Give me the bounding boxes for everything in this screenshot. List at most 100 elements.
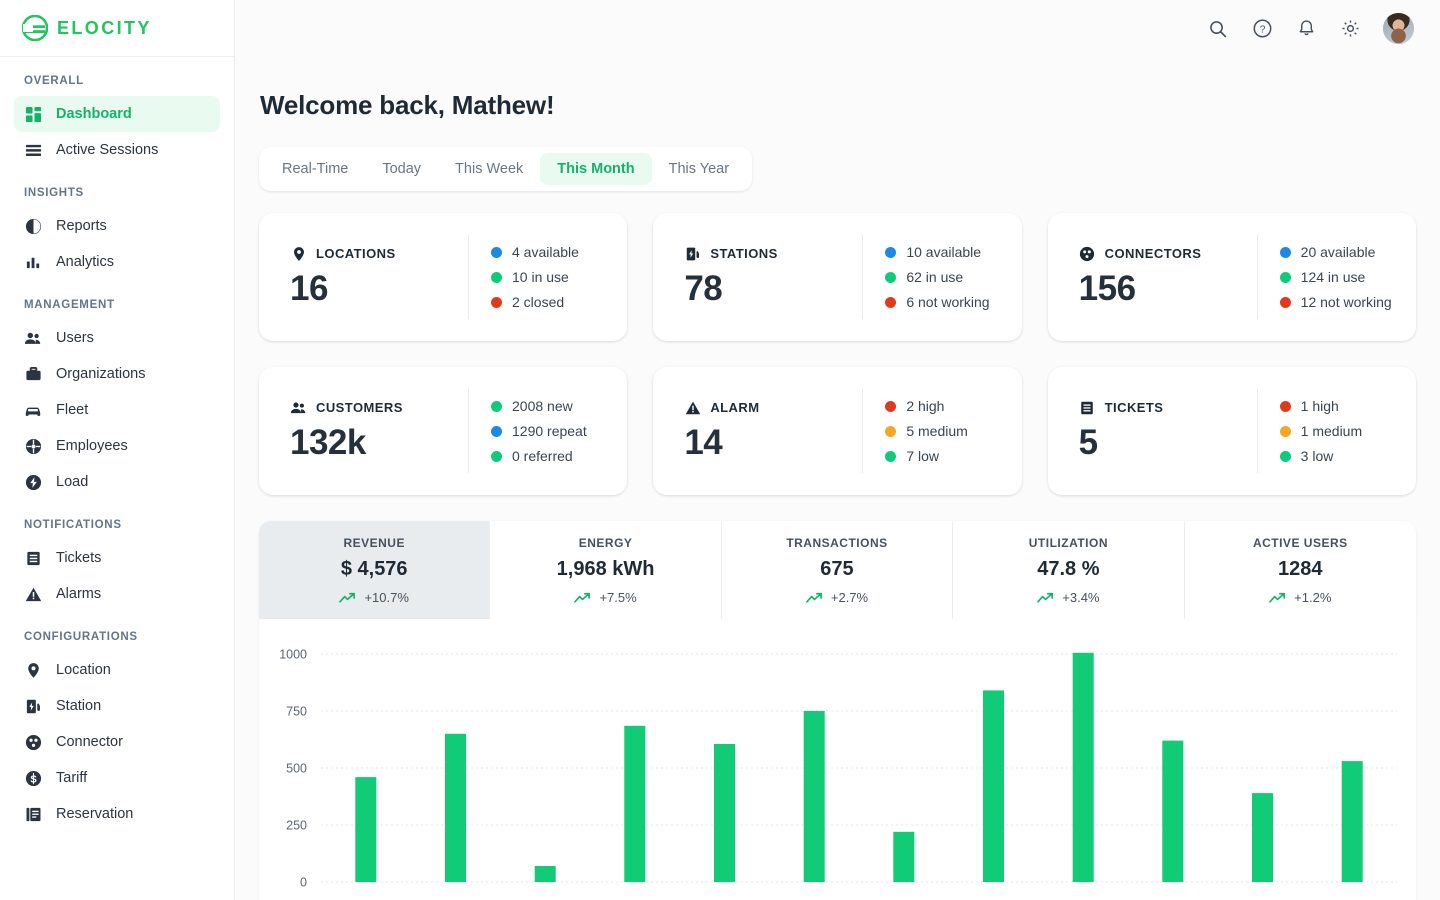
- sidebar-item-reservation[interactable]: Reservation: [14, 796, 220, 832]
- sidebar-item-users[interactable]: Users: [14, 320, 220, 356]
- sidebar-item-station[interactable]: Station: [14, 688, 220, 724]
- stat-card-main: LOCATIONS 16: [263, 245, 468, 309]
- stat-card-main: TICKETS 5: [1052, 399, 1257, 463]
- chart-bar[interactable]: [893, 831, 915, 882]
- legend-item: 1 high: [1279, 398, 1362, 414]
- sidebar-item-label: Reservation: [56, 806, 134, 822]
- tab-this-month[interactable]: This Month: [540, 153, 652, 185]
- connector-plug-icon: [24, 733, 42, 751]
- kpi-tab-active-users[interactable]: ACTIVE USERS 1284 +1.2%: [1184, 521, 1416, 619]
- chart-bar[interactable]: [355, 777, 377, 882]
- chart-bar[interactable]: [803, 711, 825, 882]
- chart-bar[interactable]: [1341, 761, 1363, 882]
- stat-label: CUSTOMERS: [316, 400, 403, 415]
- sidebar-item-analytics[interactable]: Analytics: [14, 244, 220, 280]
- chart-bar[interactable]: [1252, 793, 1273, 882]
- legend-label: 3 low: [1300, 448, 1334, 464]
- tab-this-week[interactable]: This Week: [438, 153, 540, 185]
- sidebar-item-dashboard[interactable]: Dashboard: [14, 96, 220, 132]
- sidebar-item-employees[interactable]: Employees: [14, 428, 220, 464]
- status-dot: [1279, 450, 1291, 462]
- sidebar-item-label: Station: [56, 698, 102, 714]
- trend-up-icon: [574, 592, 591, 603]
- kpi-tab-utilization[interactable]: UTILIZATION 47.8 % +3.4%: [953, 521, 1185, 619]
- sidebar-item-fleet[interactable]: Fleet: [14, 392, 220, 428]
- kpi-delta: +3.4%: [961, 590, 1175, 605]
- y-axis-tick-label: 750: [286, 704, 307, 718]
- legend-item: 12 not working: [1279, 294, 1392, 310]
- sidebar-item-label: Dashboard: [56, 106, 132, 122]
- sidebar-item-active-sessions[interactable]: Active Sessions: [14, 132, 220, 168]
- notification-bell-icon[interactable]: [1295, 18, 1317, 40]
- chart-bar[interactable]: [445, 733, 466, 882]
- legend-label: 124 in use: [1300, 269, 1366, 285]
- page-title: Welcome back, Mathew!: [260, 90, 555, 120]
- legend-label: 10 available: [906, 244, 982, 260]
- chart-bar[interactable]: [983, 690, 1004, 882]
- stat-card-main: CUSTOMERS 132k: [263, 399, 468, 463]
- legend-item: 10 available: [885, 244, 989, 260]
- tab-this-year[interactable]: This Year: [652, 153, 746, 185]
- help-circle-icon[interactable]: ?: [1251, 18, 1273, 40]
- sidebar-nav: OVERALL Dashboard Active Sessions INSIGH…: [0, 57, 234, 832]
- trend-up-icon: [805, 592, 822, 603]
- tab-today[interactable]: Today: [365, 153, 438, 185]
- chart-bar[interactable]: [624, 725, 646, 882]
- kpi-tab-revenue[interactable]: REVENUE $ 4,576 +10.7%: [259, 521, 491, 619]
- sidebar-item-label: Load: [56, 474, 89, 490]
- settings-gear-icon[interactable]: [1339, 18, 1361, 40]
- legend-item: 7 low: [885, 448, 967, 464]
- legend-item: 2 high: [885, 398, 967, 414]
- user-avatar[interactable]: [1383, 13, 1414, 44]
- chart-bar[interactable]: [714, 744, 735, 882]
- legend-label: 2 closed: [512, 294, 565, 310]
- stat-label: TICKETS: [1104, 400, 1164, 415]
- tab-real-time[interactable]: Real-Time: [265, 153, 365, 185]
- sidebar-item-connector[interactable]: Connector: [14, 724, 220, 760]
- kpi-label: UTILIZATION: [1028, 536, 1109, 550]
- sidebar-item-location[interactable]: Location: [14, 652, 220, 688]
- stat-card-main: STATIONS 78: [657, 245, 862, 309]
- stat-legend: 10 available 62 in use 6 not working: [863, 244, 990, 310]
- chart-bar[interactable]: [534, 866, 556, 882]
- stat-card-connectors[interactable]: CONNECTORS 156 20 available 124 in use 1…: [1047, 213, 1416, 341]
- sidebar-item-reports[interactable]: Reports: [14, 208, 220, 244]
- dashboard-grid-icon: [24, 105, 42, 123]
- sidebar-item-label: Organizations: [56, 366, 146, 382]
- sidebar-item-tariff[interactable]: S Tariff: [14, 760, 220, 796]
- status-dot: [885, 271, 897, 283]
- stat-card-tickets[interactable]: TICKETS 5 1 high 1 medium 3 low: [1047, 367, 1416, 495]
- sidebar-item-load[interactable]: Load: [14, 464, 220, 500]
- stat-card-stations[interactable]: STATIONS 78 10 available 62 in use 6 not…: [653, 213, 1022, 341]
- y-axis-tick-label: 250: [286, 818, 307, 832]
- sidebar-item-label: Connector: [56, 734, 123, 750]
- sidebar-item-tickets[interactable]: Tickets: [14, 540, 220, 576]
- legend-label: 4 available: [512, 244, 579, 260]
- sidebar-item-alarms[interactable]: Alarms: [14, 576, 220, 612]
- stat-card-locations[interactable]: LOCATIONS 16 4 available 10 in use 2 clo…: [259, 213, 628, 341]
- trend-up-icon: [1037, 592, 1054, 603]
- legend-label: 2 high: [906, 398, 945, 414]
- bolt-circle-icon: [24, 473, 42, 491]
- sidebar-item-organizations[interactable]: Organizations: [14, 356, 220, 392]
- dollar-circle-icon: S: [24, 769, 42, 787]
- stat-card-customers[interactable]: CUSTOMERS 132k 2008 new 1290 repeat 0 re…: [259, 367, 628, 495]
- stat-card-alarm[interactable]: ALARM 14 2 high 5 medium 7 low: [653, 367, 1022, 495]
- charging-station-icon: [684, 245, 701, 262]
- search-icon[interactable]: [1207, 18, 1229, 40]
- kpi-tab-energy[interactable]: ENERGY 1,968 kWh +7.5%: [490, 521, 722, 619]
- revenue-bar-chart[interactable]: 0 250 500 750 1000: [259, 619, 1416, 900]
- stat-card-main: CONNECTORS 156: [1052, 245, 1257, 309]
- legend-item: 5 medium: [885, 423, 968, 439]
- reservation-book-icon: [24, 805, 42, 823]
- legend-label: 7 low: [906, 448, 940, 464]
- chart-bar[interactable]: [1162, 740, 1184, 882]
- status-dot: [885, 296, 897, 308]
- map-pin-icon: [290, 245, 307, 262]
- brand-logo[interactable]: ELOCITY: [0, 0, 234, 57]
- y-axis-tick-label: 500: [286, 761, 307, 775]
- kpi-delta: +10.7%: [267, 590, 481, 605]
- kpi-tab-transactions[interactable]: TRANSACTIONS 675 +2.7%: [721, 521, 954, 619]
- chart-bar[interactable]: [1072, 652, 1094, 882]
- legend-label: 0 referred: [512, 448, 573, 464]
